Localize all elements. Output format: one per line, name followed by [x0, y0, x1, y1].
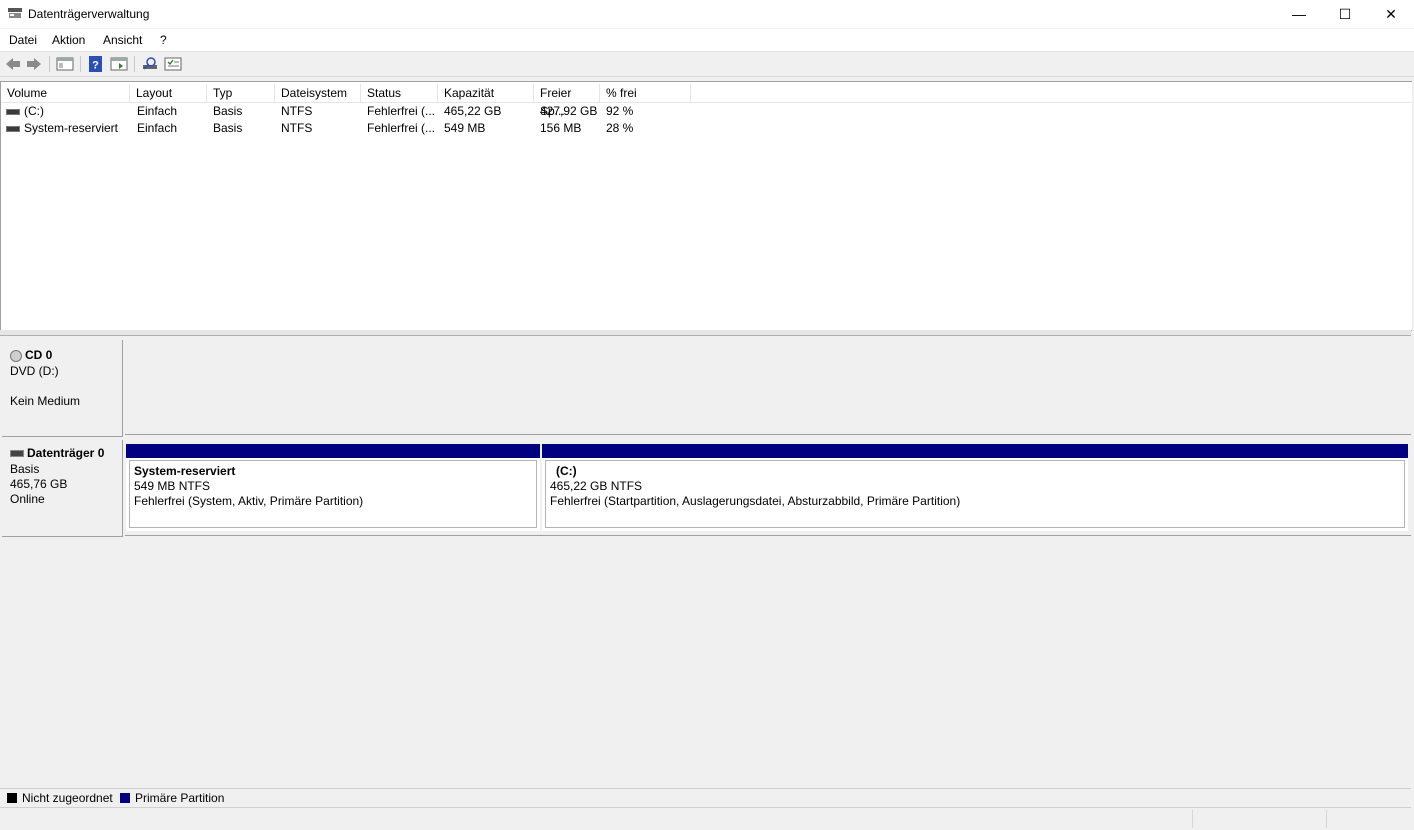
freier-speicher-cell: 156 MB — [540, 121, 582, 135]
column-header-volume[interactable]: Volume — [1, 84, 130, 102]
menu-ansicht[interactable]: Ansicht — [103, 33, 142, 47]
column-header-typ[interactable]: Typ — [207, 84, 275, 102]
column-header-kapazitaet[interactable]: Kapazität — [438, 84, 534, 102]
volume-list: Volume Layout Typ Dateisystem Status Kap… — [0, 81, 1412, 331]
partition-name: System-reserviert — [134, 464, 236, 478]
svg-text:?: ? — [92, 60, 99, 72]
volume-cell: System-reserviert — [6, 120, 128, 137]
cd0-state: Kein Medium — [10, 394, 81, 408]
menu-help[interactable]: ? — [160, 33, 167, 47]
properties-icon[interactable] — [164, 56, 182, 72]
disk0-size: 465,76 GB — [10, 477, 68, 491]
prozent-frei-cell: 92 % — [606, 104, 634, 118]
help-icon[interactable]: ? — [87, 56, 105, 72]
partition-c[interactable]: (C:) 465,22 GB NTFS Fehlerfrei (Startpar… — [542, 444, 1408, 531]
volume-drive-icon — [6, 125, 20, 132]
primary-partition-bar — [542, 444, 1408, 458]
column-header-row: Volume Layout Typ Dateisystem Status Kap… — [1, 84, 1412, 118]
kapazitaet-cell: 549 MB — [444, 121, 486, 135]
freier-speicher-cell: 427,92 GB — [540, 104, 598, 118]
back-icon[interactable] — [4, 56, 22, 72]
pane-splitter[interactable] — [0, 330, 1411, 336]
disk0-name: Datenträger 0 — [27, 446, 105, 460]
dateisystem-cell: NTFS — [281, 121, 313, 135]
partition-status: Fehlerfrei (System, Aktiv, Primäre Parti… — [134, 494, 364, 508]
disk-label-cd0[interactable]: CD 0 DVD (D:) Kein Medium — [2, 340, 123, 437]
legend-label-unallocated: Nicht zugeordnet — [22, 791, 113, 805]
partition-body: (C:) 465,22 GB NTFS Fehlerfrei (Startpar… — [545, 460, 1405, 528]
status-cell: Fehlerfrei (... — [367, 104, 436, 118]
column-header-freier-speicher[interactable]: Freier Sp... — [534, 84, 600, 118]
toolbar-separator — [80, 56, 81, 72]
rescan-icon[interactable] — [141, 56, 159, 72]
volume-row[interactable]: (C:) Einfach Basis NTFS Fehlerfrei (... … — [1, 103, 701, 120]
partition-system-reserviert[interactable]: System-reserviert 549 MB NTFS Fehlerfrei… — [126, 444, 540, 531]
toolbar-separator — [49, 56, 50, 72]
disk-label-disk0[interactable]: Datenträger 0 Basis 465,76 GB Online — [2, 440, 123, 537]
disk0-partition-area: System-reserviert 549 MB NTFS Fehlerfrei… — [125, 438, 1411, 536]
cd0-type: DVD (D:) — [10, 364, 59, 378]
menu-bar: Datei Aktion Ansicht ? — [0, 29, 1414, 52]
close-button[interactable]: ✕ — [1368, 0, 1414, 28]
column-header-dateisystem[interactable]: Dateisystem — [275, 84, 361, 102]
prozent-frei-cell: 28 % — [606, 121, 634, 135]
typ-cell: Basis — [213, 104, 243, 118]
partition-body: System-reserviert 549 MB NTFS Fehlerfrei… — [129, 460, 537, 528]
layout-cell: Einfach — [137, 104, 178, 118]
legend-label-primary: Primäre Partition — [135, 791, 225, 805]
cd-drive-icon — [10, 349, 22, 362]
column-header-status[interactable]: Status — [361, 84, 438, 102]
forward-icon[interactable] — [25, 56, 43, 72]
toolbar-separator — [134, 56, 135, 72]
volume-drive-icon — [6, 108, 20, 115]
disk0-state: Online — [10, 492, 45, 506]
console-tree-icon[interactable] — [56, 56, 74, 72]
volume-row[interactable]: System-reserviert Einfach Basis NTFS Feh… — [1, 120, 701, 137]
cd0-title: CD 0 — [10, 348, 52, 362]
kapazitaet-cell: 465,22 GB — [444, 104, 502, 118]
title-bar: Datenträgerverwaltung — ☐ ✕ — [0, 0, 1414, 28]
status-cell: Fehlerfrei (... — [367, 121, 436, 135]
partition-name: (C:) — [556, 464, 577, 478]
toolbar: ? — [0, 52, 1414, 77]
primary-partition-bar — [126, 444, 540, 458]
legend-bar: Nicht zugeordnet Primäre Partition — [0, 788, 1411, 808]
disk-management-app-icon — [8, 8, 22, 18]
menu-datei[interactable]: Datei — [9, 33, 37, 47]
maximize-button[interactable]: ☐ — [1322, 0, 1368, 28]
status-separator — [1326, 810, 1327, 828]
volume-name: (C:) — [24, 104, 44, 118]
partition-status: Fehlerfrei (Startpartition, Auslagerungs… — [550, 494, 961, 508]
minimize-button[interactable]: — — [1276, 0, 1322, 28]
menu-aktion[interactable]: Aktion — [52, 33, 85, 47]
show-hide-icon[interactable] — [110, 56, 128, 72]
partition-size: 549 MB NTFS — [134, 479, 211, 493]
typ-cell: Basis — [213, 121, 243, 135]
cd0-volume-area — [125, 338, 1411, 435]
disk0-type: Basis — [10, 462, 40, 476]
disk0-title: Datenträger 0 — [10, 446, 104, 460]
legend-swatch-primary — [120, 793, 130, 803]
column-header-layout[interactable]: Layout — [130, 84, 207, 102]
disk-view: CD 0 DVD (D:) Kein Medium Datenträger 0 … — [0, 338, 1414, 788]
status-bar — [0, 808, 1414, 830]
layout-cell: Einfach — [137, 121, 178, 135]
volume-cell: (C:) — [6, 103, 128, 120]
column-header-prozent-frei[interactable]: % frei — [600, 84, 691, 102]
partition-size: 465,22 GB NTFS — [550, 479, 643, 493]
volume-name: System-reserviert — [24, 121, 119, 135]
status-separator — [1192, 810, 1193, 828]
window-title: Datenträgerverwaltung — [28, 7, 150, 21]
hard-disk-icon — [10, 450, 24, 458]
legend-swatch-unallocated — [7, 793, 17, 803]
cd0-name: CD 0 — [25, 348, 53, 362]
dateisystem-cell: NTFS — [281, 104, 313, 118]
